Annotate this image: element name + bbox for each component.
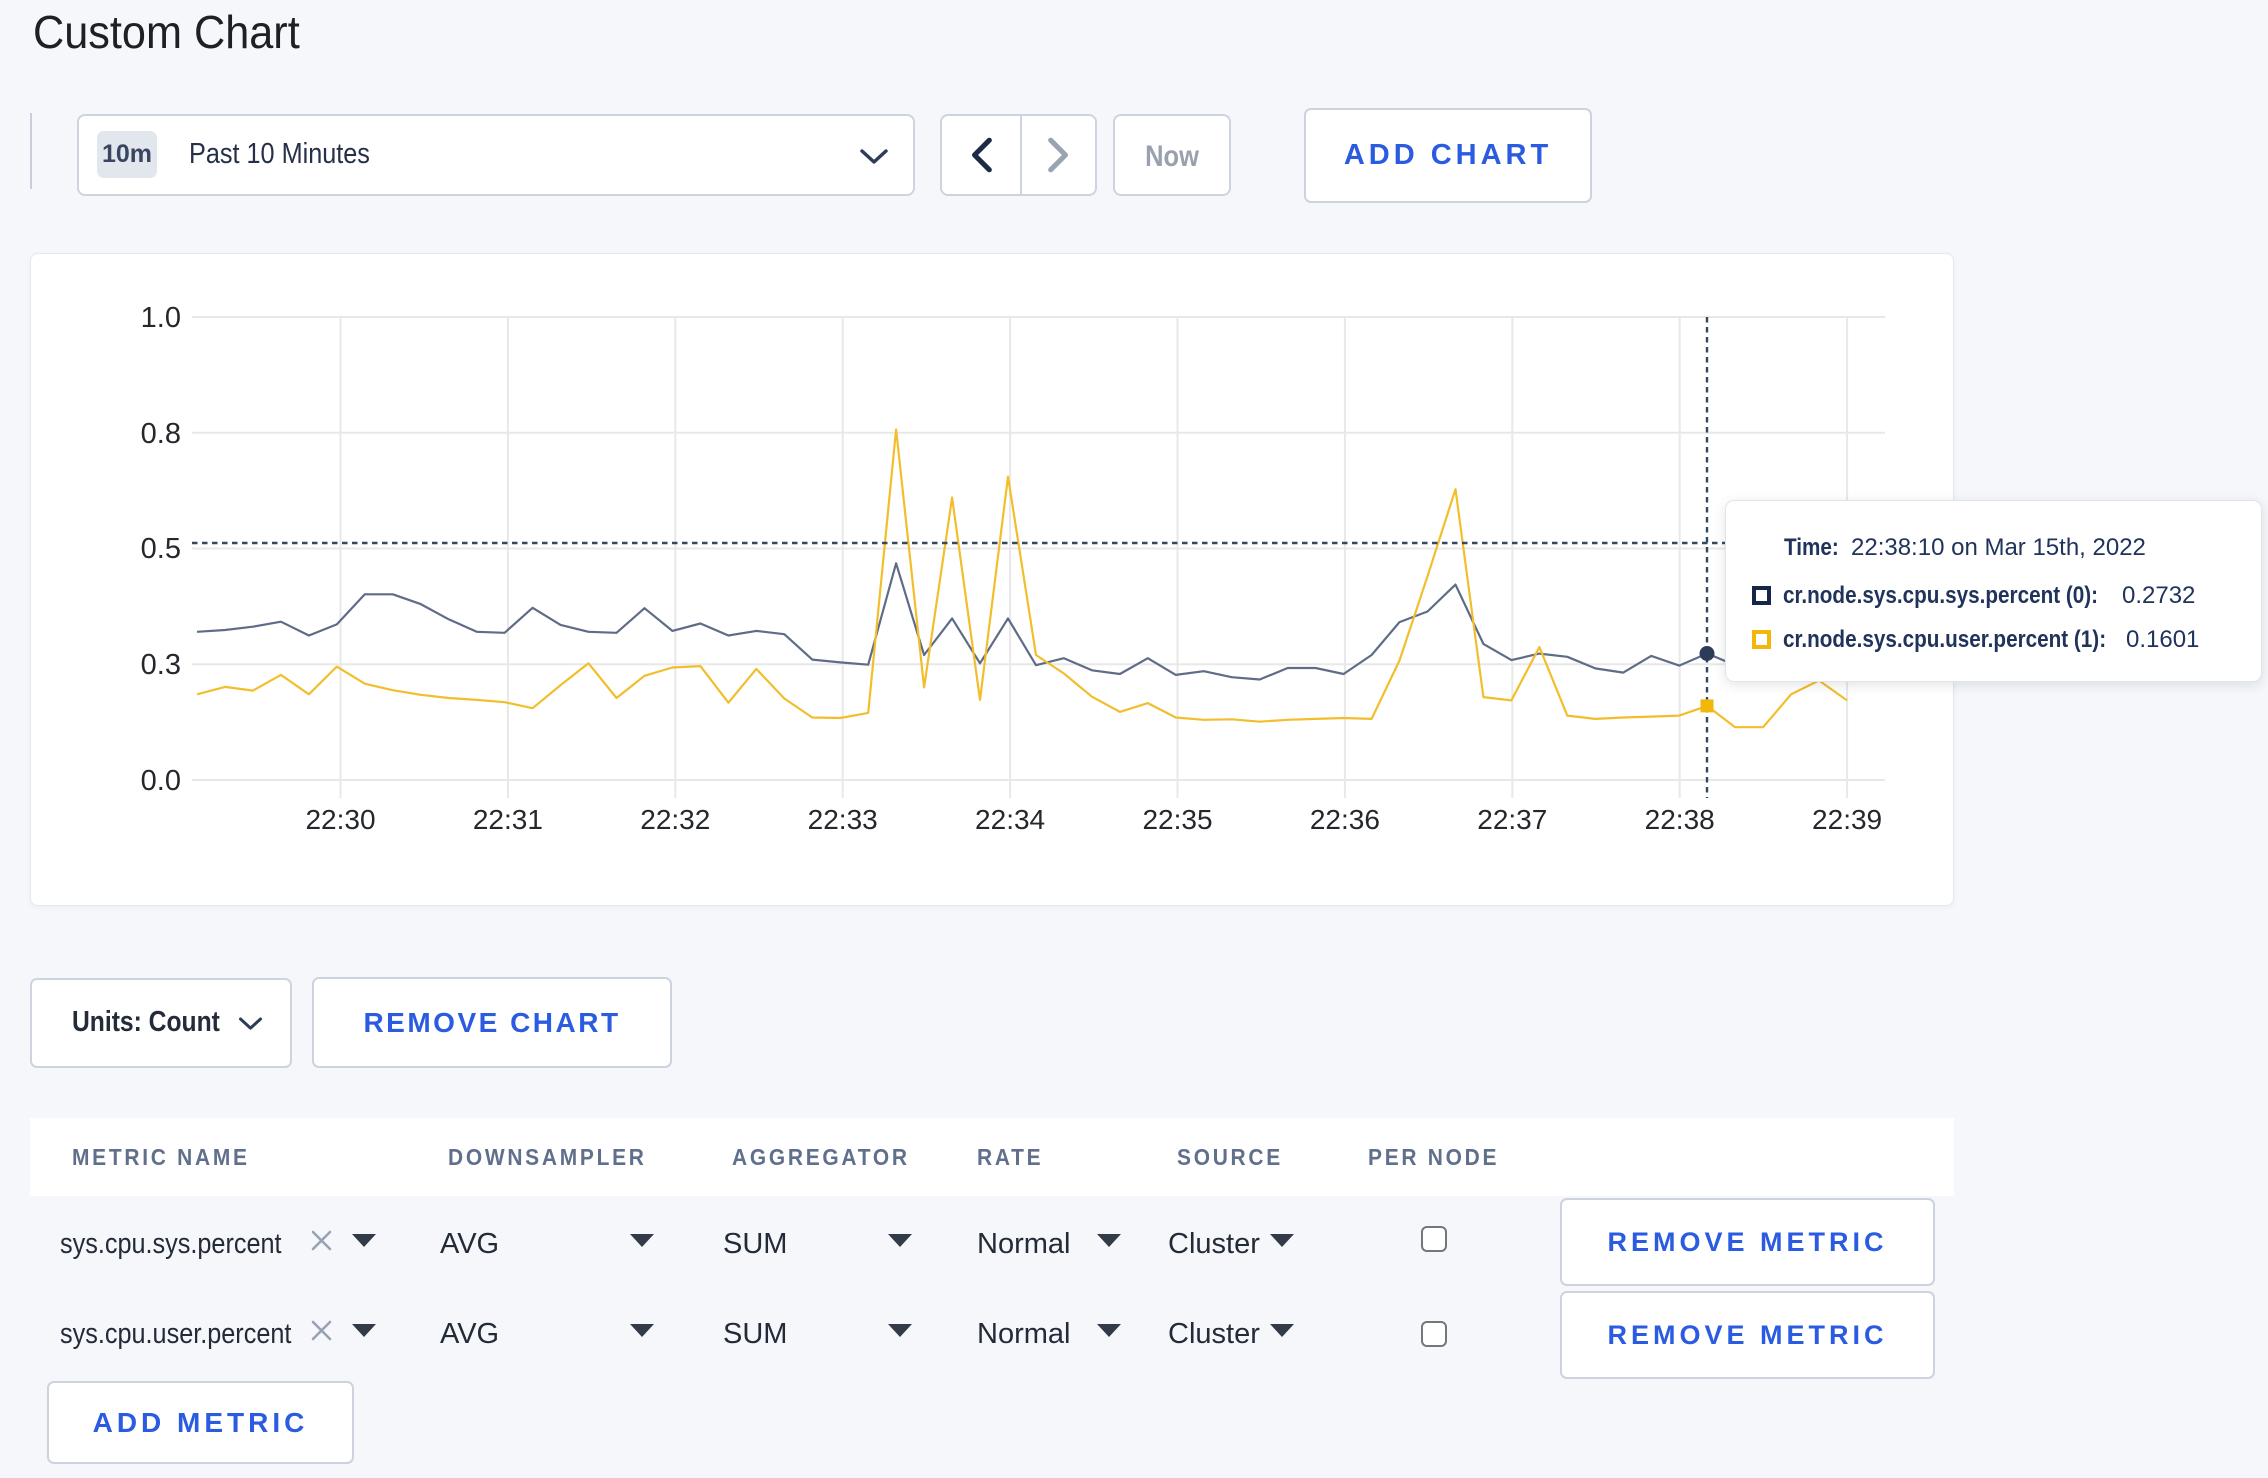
svg-text:22:35: 22:35 xyxy=(1142,804,1212,835)
svg-text:22:37: 22:37 xyxy=(1477,804,1547,835)
svg-text:22:33: 22:33 xyxy=(808,804,878,835)
svg-text:0.8: 0.8 xyxy=(141,418,181,450)
svg-text:22:36: 22:36 xyxy=(1310,804,1380,835)
svg-text:22:31: 22:31 xyxy=(473,804,543,835)
svg-text:22:38: 22:38 xyxy=(1645,804,1715,835)
svg-text:22:34: 22:34 xyxy=(975,804,1045,835)
svg-text:22:39: 22:39 xyxy=(1812,804,1882,835)
svg-text:1.0: 1.0 xyxy=(141,302,181,334)
svg-text:0.3: 0.3 xyxy=(141,649,181,681)
svg-text:0.0: 0.0 xyxy=(141,765,181,797)
svg-text:22:30: 22:30 xyxy=(305,804,375,835)
svg-text:22:32: 22:32 xyxy=(640,804,710,835)
svg-text:0.5: 0.5 xyxy=(141,533,181,565)
